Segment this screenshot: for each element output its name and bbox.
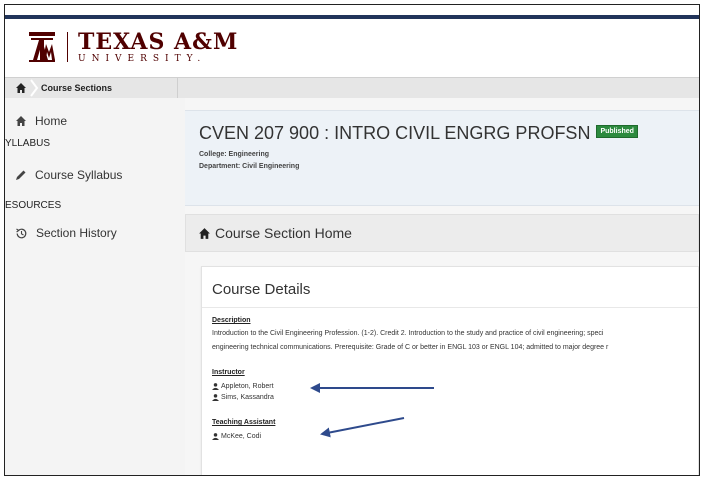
wordmark-bottom: UNIVERSITY. <box>78 53 207 64</box>
wordmark-top: TEXAS A&M <box>78 28 239 55</box>
breadcrumb: Course Sections <box>5 77 699 99</box>
instructor-item: Appleton, Robert <box>212 383 274 390</box>
pencil-icon <box>16 170 26 180</box>
sidebar-item-label: Section History <box>36 226 117 240</box>
sidebar-item-label: Course Syllabus <box>35 168 123 182</box>
sidebar: Home YLLABUS Course Syllabus ESOURCES Se… <box>5 98 185 475</box>
breadcrumb-divider <box>177 78 178 98</box>
main-content: CVEN 207 900 : INTRO CIVIL ENGRG PROFSN P… <box>185 98 699 475</box>
description-text-line-1: Introduction to the Civil Engineering Pr… <box>212 330 604 337</box>
section-header: Course Section Home <box>185 214 699 252</box>
university-logo[interactable]: TEXAS A&M UNIVERSITY. <box>27 27 238 67</box>
course-details-card: Course Details Description Introduction … <box>201 266 699 475</box>
home-icon <box>16 116 26 126</box>
sidebar-heading-syllabus: YLLABUS <box>5 138 51 149</box>
home-icon[interactable] <box>15 82 27 94</box>
course-header: CVEN 207 900 : INTRO CIVIL ENGRG PROFSN P… <box>185 110 699 206</box>
breadcrumb-separator-icon <box>30 79 39 97</box>
sidebar-item-label: Home <box>35 114 68 128</box>
user-icon <box>212 383 219 390</box>
user-icon <box>212 394 219 401</box>
top-accent-bar <box>5 15 699 19</box>
atm-logo-icon <box>29 32 55 62</box>
app-window: TEXAS A&M UNIVERSITY. Course Sections Ho… <box>4 4 700 476</box>
card-divider <box>202 307 698 308</box>
card-title: Course Details <box>212 281 311 298</box>
description-text-line-2: engineering technical communications. Pr… <box>212 344 609 351</box>
breadcrumb-current[interactable]: Course Sections <box>41 83 112 93</box>
college-text: College: Engineering <box>199 151 270 158</box>
teaching-assistant-label: Teaching Assistant <box>212 419 276 426</box>
teaching-assistant-name: McKee, Codi <box>221 433 262 440</box>
description-label: Description <box>212 317 251 324</box>
instructor-item: Sims, Kassandra <box>212 394 274 401</box>
sidebar-heading-resources: ESOURCES <box>5 200 62 211</box>
page-title: CVEN 207 900 : INTRO CIVIL ENGRG PROFSN P… <box>199 123 638 144</box>
sidebar-item-section-history[interactable]: Section History <box>15 226 117 240</box>
instructor-name: Appleton, Robert <box>221 383 274 390</box>
instructor-name: Sims, Kassandra <box>221 394 274 401</box>
section-title: Course Section Home <box>215 225 352 241</box>
home-icon <box>199 227 210 239</box>
teaching-assistant-item: McKee, Codi <box>212 433 261 440</box>
course-title-text: CVEN 207 900 : INTRO CIVIL ENGRG PROFSN <box>199 123 591 143</box>
sidebar-item-course-syllabus[interactable]: Course Syllabus <box>15 168 122 182</box>
instructor-label: Instructor <box>212 369 245 376</box>
user-icon <box>212 433 219 440</box>
status-badge: Published <box>596 124 638 138</box>
history-icon <box>16 228 27 238</box>
wordmark: TEXAS A&M UNIVERSITY. <box>78 31 238 64</box>
logo-divider <box>67 32 68 62</box>
sidebar-item-home[interactable]: Home <box>15 114 67 128</box>
department-text: Department: Civil Engineering <box>199 163 300 170</box>
